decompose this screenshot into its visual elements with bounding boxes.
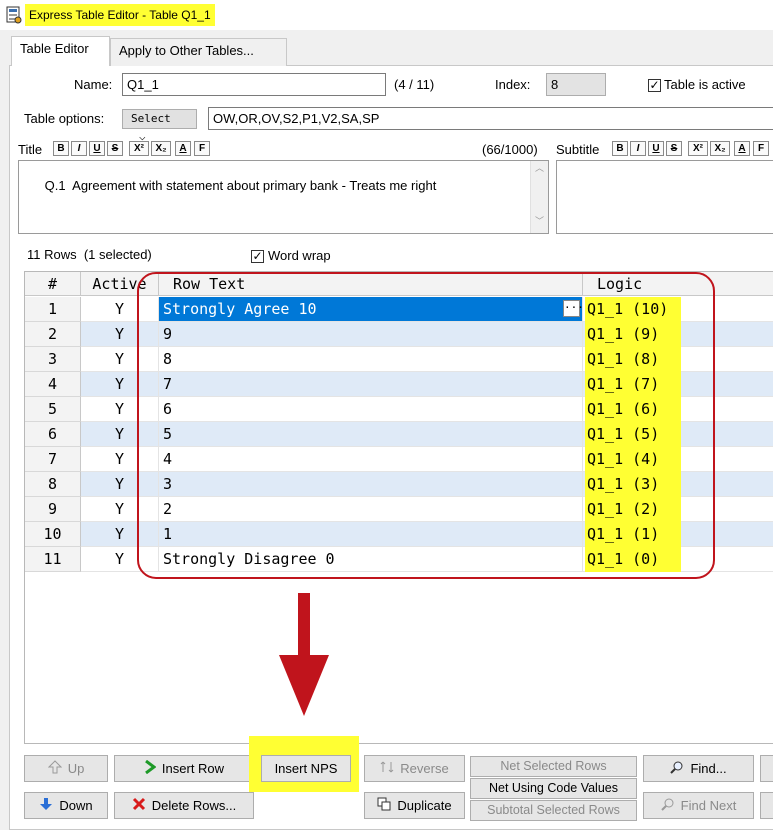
delete-rows-label: Delete Rows... [151, 798, 237, 813]
duplicate-icon [377, 794, 391, 819]
duplicate-button[interactable]: Duplicate [364, 792, 465, 819]
reverse-icon [380, 757, 394, 782]
net-using-code-values-button[interactable]: Net Using Code Values [470, 778, 637, 799]
insert-nps-button[interactable]: Insert NPS [261, 755, 351, 782]
up-button[interactable]: Up [24, 755, 108, 782]
find-next-label: Find Next [680, 798, 737, 813]
search-icon [670, 757, 684, 782]
find-next-button[interactable]: Find Next [643, 792, 754, 819]
chevron-right-icon [144, 757, 157, 782]
annotation-highlight-box [137, 272, 715, 579]
reverse-label: Reverse [400, 761, 449, 776]
tab-table-editor[interactable]: Table Editor [11, 36, 110, 66]
extra-button-bottom[interactable] [760, 792, 773, 819]
delete-x-icon [132, 794, 146, 819]
delete-rows-button[interactable]: Delete Rows... [114, 792, 254, 819]
down-label: Down [59, 798, 93, 813]
subtotal-selected-rows-button[interactable]: Subtotal Selected Rows [470, 800, 637, 821]
arrow-up-icon [47, 757, 62, 782]
find-label: Find... [690, 761, 727, 776]
annotation-arrow-shaft [298, 593, 310, 655]
search-next-icon [660, 794, 675, 819]
arrow-down-icon [39, 794, 53, 819]
down-button[interactable]: Down [24, 792, 108, 819]
duplicate-label: Duplicate [397, 798, 452, 813]
insert-row-button[interactable]: Insert Row [114, 755, 254, 782]
annotation-overlay [137, 272, 715, 716]
insert-row-label: Insert Row [161, 761, 225, 776]
annotation-arrow-head [279, 655, 329, 716]
reverse-button[interactable]: Reverse [364, 755, 465, 782]
find-button[interactable]: Find... [643, 755, 754, 782]
extra-button-top[interactable] [760, 755, 773, 782]
net-selected-rows-button[interactable]: Net Selected Rows [470, 756, 637, 777]
up-label: Up [67, 761, 85, 776]
